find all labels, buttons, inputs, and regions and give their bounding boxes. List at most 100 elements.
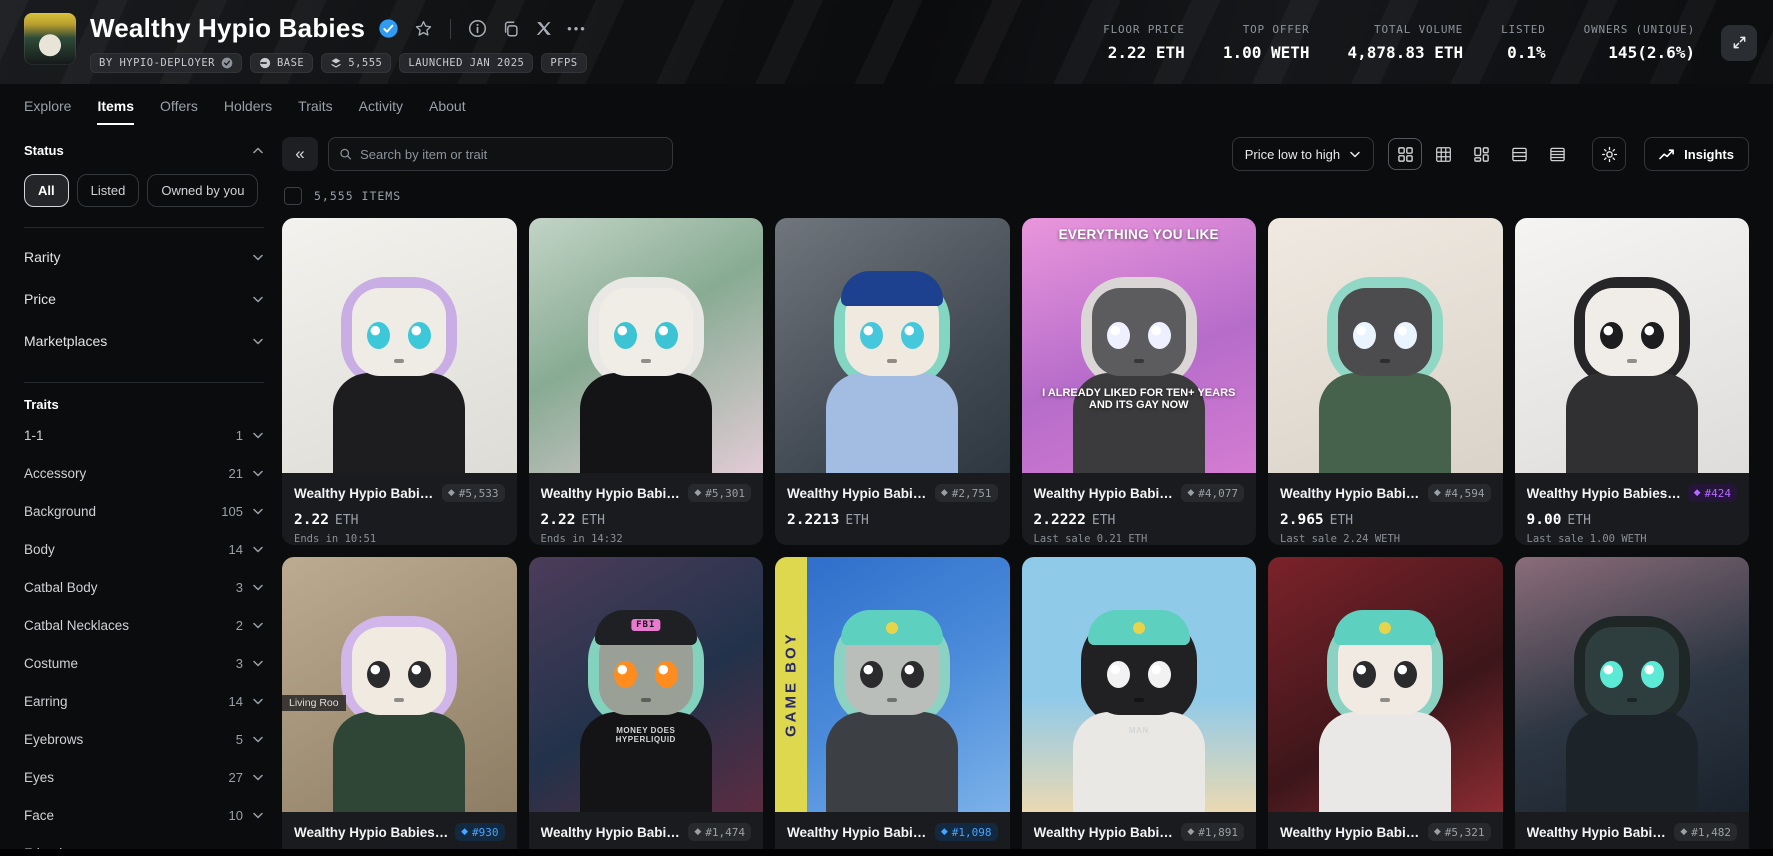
nft-card[interactable]: Wealthy Hypio Babies 5... ◆ #424 9.00 ET… [1515, 218, 1750, 545]
stat-value: 0.1% [1507, 43, 1546, 62]
trait-filter-row[interactable]: Catbal Necklaces 2 [24, 606, 264, 644]
base-chain-icon [259, 57, 271, 69]
stat-column: TOTAL VOLUME 4,878.83 ETH [1348, 23, 1464, 62]
trait-filter-list: 1-1 1 Accessory 21 Background [24, 416, 264, 856]
trait-count: 10 [229, 808, 243, 823]
trait-filter-row[interactable]: Eyebrows 5 [24, 720, 264, 758]
nft-card[interactable]: Wealthy Hypio Babie... ◆ #5,321 Last sal… [1268, 557, 1503, 856]
tab[interactable]: Holders [224, 98, 272, 125]
stat-value: 145(2.6%) [1608, 43, 1695, 62]
tab[interactable]: Traits [298, 98, 332, 125]
chevron-down-icon [252, 467, 264, 479]
trait-filter-row[interactable]: Face 10 [24, 796, 264, 834]
trait-filter-row[interactable]: Background 105 [24, 492, 264, 530]
copy-icon[interactable] [500, 18, 522, 40]
tab[interactable]: Activity [359, 98, 403, 125]
search-input[interactable] [360, 147, 662, 162]
nft-card[interactable]: Wealthy Hypio Babie... ◆ #5,301 2.22 ETH… [529, 218, 764, 545]
rarity-rank-value: #1,891 [1198, 826, 1238, 839]
character-eye [1107, 322, 1130, 349]
status-section-header[interactable]: Status [24, 143, 264, 158]
nft-card[interactable]: Wealthy Hypio Babie... ◆ #2,751 2.2213 E… [775, 218, 1010, 545]
nft-image [529, 218, 764, 473]
nft-card[interactable]: Living Roo Wealthy Hypio Babies 1... ◆ #… [282, 557, 517, 856]
trait-filter-row[interactable]: Catbal Body 3 [24, 568, 264, 606]
character-eye [614, 322, 637, 349]
filter-section-row[interactable]: Rarity [24, 236, 264, 278]
character-head [599, 288, 693, 376]
character-head [1092, 288, 1186, 376]
trait-filter-row[interactable]: Accessory 21 [24, 454, 264, 492]
hat-pin [1133, 622, 1145, 634]
sort-dropdown[interactable]: Price low to high [1232, 137, 1374, 171]
trait-count: 3 [236, 656, 243, 671]
tab[interactable]: About [429, 98, 466, 125]
nft-name: Wealthy Hypio Babie... [1034, 825, 1176, 840]
trait-filter-row[interactable]: Earring 14 [24, 682, 264, 720]
trait-filter-row[interactable]: 1-1 1 [24, 416, 264, 454]
search-icon [339, 147, 352, 161]
rarity-diamond-icon: ◆ [448, 488, 455, 498]
view-list-button[interactable] [1502, 138, 1536, 170]
view-masonry-button[interactable] [1464, 138, 1498, 170]
trait-name: Accessory [24, 466, 86, 481]
character-eye [860, 322, 883, 349]
watchlist-star-button[interactable] [412, 17, 435, 40]
filter-section-row[interactable]: Marketplaces [24, 320, 264, 362]
character-hat [841, 610, 943, 645]
item-search-box[interactable] [328, 137, 673, 171]
filter-section-row[interactable]: Price [24, 278, 264, 320]
badge-chain-base[interactable]: BASE [250, 53, 313, 73]
character-eye [1600, 661, 1623, 688]
nft-card-info: Wealthy Hypio Babie... ◆ #4,077 2.2222 E… [1022, 473, 1257, 545]
nft-name: Wealthy Hypio Babie... [787, 486, 929, 501]
nft-card[interactable]: Wealthy Hypio Babie... ◆ #5,533 2.22 ETH… [282, 218, 517, 545]
items-stack-icon [330, 57, 342, 69]
nft-card[interactable]: GAME BOY [775, 557, 1010, 856]
select-all-checkbox[interactable] [284, 187, 302, 205]
tab[interactable]: Offers [160, 98, 198, 125]
filter-sections: Rarity Price Marketplaces [24, 236, 264, 362]
rarity-rank-value: #1,474 [705, 826, 745, 839]
collapse-sidebar-button[interactable]: « [282, 137, 318, 171]
insights-button[interactable]: Insights [1644, 137, 1749, 171]
tab[interactable]: Explore [24, 98, 71, 125]
nft-card[interactable]: EVERYTHING YOU LIKE [1022, 218, 1257, 545]
more-options-icon[interactable]: ••• [565, 19, 589, 38]
status-option-button[interactable]: All [24, 174, 69, 207]
price-amount: 9.00 [1527, 512, 1562, 528]
rarity-rank-value: #4,077 [1198, 487, 1238, 500]
character-illustration [1305, 610, 1465, 812]
chevron-down-icon [252, 809, 264, 821]
grid-settings-button[interactable] [1592, 137, 1626, 171]
character-eye [1148, 322, 1171, 349]
view-compact-list-button[interactable] [1540, 138, 1574, 170]
status-option-button[interactable]: Listed [77, 174, 140, 207]
status-option-button[interactable]: Owned by you [147, 174, 258, 207]
x-twitter-icon[interactable] [533, 18, 554, 39]
character-shirt [1319, 373, 1451, 473]
info-icon[interactable] [466, 17, 489, 40]
trait-count: 21 [229, 466, 243, 481]
trait-filter-row[interactable]: Eyes 27 [24, 758, 264, 796]
filter-section-label: Marketplaces [24, 333, 107, 349]
nft-card-info: Wealthy Hypio Babie... ◆ #5,533 2.22 ETH… [282, 473, 517, 545]
view-grid-large-button[interactable] [1388, 138, 1422, 170]
trait-filter-row[interactable]: Body 14 [24, 530, 264, 568]
nft-price-line: 2.22 ETH [294, 512, 505, 528]
nft-card[interactable]: Wealthy Hypio Babie... ◆ #4,594 2.965 ET… [1268, 218, 1503, 545]
nft-price-line: 2.2213 ETH [787, 512, 998, 528]
trait-filter-row[interactable]: Costume 3 [24, 644, 264, 682]
status-options: All Listed Owned by you [24, 174, 264, 207]
nft-card[interactable]: Wealthy Hypio Babie... ◆ #1,482 Top offe… [1515, 557, 1750, 856]
items-count-row: 5,555 ITEMS [284, 187, 1749, 205]
nft-card[interactable]: MAN [1022, 557, 1257, 856]
tab[interactable]: Items [97, 98, 134, 125]
badge-by-deployer[interactable]: BY HYPIO-DEPLOYER [90, 53, 242, 73]
character-illustration [319, 271, 479, 473]
expand-stats-button[interactable] [1721, 25, 1757, 61]
character-eye [655, 322, 678, 349]
character-mouth [1134, 359, 1144, 363]
nft-card[interactable]: MONEY DOES HYPERLIQUID FBI [529, 557, 764, 856]
view-grid-small-button[interactable] [1426, 138, 1460, 170]
